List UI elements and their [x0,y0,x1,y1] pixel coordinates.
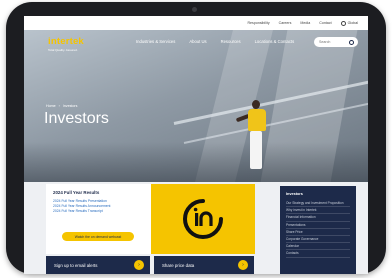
share-price-label: Share price data [162,262,195,268]
logo-tagline: Total Quality. Assured. [48,48,78,52]
tablet-frame: Responsibility Careers Media Contact Glo… [6,2,386,274]
sidebar-item-financial-info[interactable]: Financial Information [286,214,350,222]
sidebar-item-strategy[interactable]: Our Strategy and Investment Proposition [286,200,350,208]
language-selector[interactable]: Global [340,20,358,26]
breadcrumb-current: Investors [62,104,78,108]
screen: Responsibility Careers Media Contact Glo… [24,16,368,274]
hero-person-image [235,100,274,180]
arrow-right-icon[interactable]: › [238,260,248,270]
nav-resources[interactable]: Resources [221,39,241,44]
nav-industries-services[interactable]: Industries & Services [136,39,175,44]
sidebar-item-presentations[interactable]: Presentations [286,222,350,229]
utility-bar: Responsibility Careers Media Contact Glo… [24,16,368,30]
breadcrumb-home[interactable]: Home [46,104,56,108]
logo-wordmark: intertek [48,36,84,47]
page-title: Investors [44,110,109,127]
results-links: 2024 Full Year Results Presentation 2024… [53,199,144,214]
language-label: Global [347,21,358,25]
breadcrumb-separator: › [58,104,60,108]
person-head [252,100,260,109]
utility-link-careers[interactable]: Careers [279,21,292,25]
hero-shadow [24,142,368,182]
globe-icon [340,20,346,26]
arrow-right-icon[interactable]: › [134,260,144,270]
sidebar-item-why-invest[interactable]: Why invest in Intertek [286,207,350,215]
nav-locations-contacts[interactable]: Locations & Contacts [255,39,295,44]
utility-link-contact[interactable]: Contact [319,21,331,25]
intertek-symbol-icon [183,199,223,239]
search-icon[interactable] [349,39,354,45]
breadcrumb: Home › Investors [46,104,77,108]
main-nav: intertek Total Quality. Assured. Industr… [24,30,368,56]
share-price-card[interactable]: Share price data › [154,256,254,274]
sidebar-item-share-price[interactable]: Share Price [286,229,350,237]
utility-link-responsibility[interactable]: Responsibility [247,21,269,25]
camera-dot [192,7,197,12]
search-input[interactable] [319,40,347,44]
investors-sidebar: Investors Our Strategy and Investment Pr… [280,186,356,274]
sidebar-item-contacts[interactable]: Contacts [286,250,350,258]
intertek-symbol-tile [151,184,255,254]
sidebar-item-governance[interactable]: Corporate Governance [286,236,350,244]
intertek-logo[interactable]: intertek Total Quality. Assured. [48,36,84,52]
person-torso [248,109,266,131]
utility-link-media[interactable]: Media [300,21,310,25]
results-title: 2024 Full Year Results [53,190,100,195]
webcast-button[interactable]: Watch the on demand webcast [62,232,134,241]
search-box[interactable] [314,37,358,47]
email-alerts-label: Sign up to email alerts [54,262,98,268]
results-link[interactable]: 2024 Full Year Results Transcript [53,209,144,214]
nav-links: Industries & Services About Us Resources… [136,39,294,44]
email-alerts-card[interactable]: Sign up to email alerts › [46,256,150,274]
results-card: 2024 Full Year Results 2024 Full Year Re… [46,184,151,254]
sidebar-item-calendar[interactable]: Calendar [286,243,350,251]
person-legs [250,131,262,169]
nav-about-us[interactable]: About Us [189,39,206,44]
sidebar-title: Investors [286,192,303,196]
